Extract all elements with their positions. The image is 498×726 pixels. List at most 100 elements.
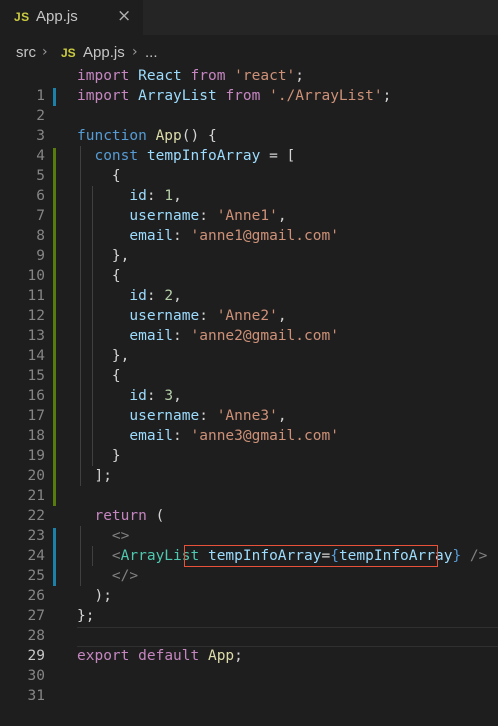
token: : [173,428,191,444]
chevron-right-icon: › [132,44,138,60]
token: ( [146,508,165,524]
token: : [146,288,165,304]
token: App [155,128,182,144]
close-icon[interactable]: × [117,6,131,26]
code-line: 12 id: 2, [0,286,498,324]
javascript-file-icon: JS [14,10,30,24]
code-line: 29 [0,626,498,664]
code-line: 2 import ArrayList from './ArrayList'; [0,86,498,124]
token: : [173,228,191,244]
code-line: 23 return ( [0,506,498,544]
token: () { [181,128,217,144]
code-line: 11 { [0,266,498,304]
token: <> [111,528,130,544]
token: 1 [164,188,174,204]
token: : [199,208,217,224]
token: < [111,548,121,564]
token: : [173,328,191,344]
token: , [277,408,287,424]
code-line: 16 { [0,366,498,404]
code-line: 27 ); [0,586,498,624]
code-line: 15 }, [0,346,498,384]
token: ); [94,588,112,604]
breadcrumb-folder[interactable]: src [16,44,36,61]
code-line: 13 username: 'Anne2', [0,306,498,344]
token: import [77,68,130,84]
token: './ArrayList' [269,88,383,104]
code-line: 24 <> [0,526,498,564]
token: : [199,408,217,424]
token: , [277,308,287,324]
token: 'anne1@gmail.com' [190,228,339,244]
code-line: 20 } [0,446,498,484]
token: 3 [164,388,174,404]
token: tempInfoArray [146,148,261,164]
code-line: 7 id: 1, [0,186,498,224]
tab-title: App.js [36,8,78,25]
token: ArrayList [138,88,217,104]
token: ; [234,648,243,664]
token: /> [461,548,488,564]
token: }, [111,348,130,364]
code-line: 9 email: 'anne1@gmail.com' [0,226,498,264]
token: from [190,68,226,84]
tab-bar: JS App.js × [0,0,498,35]
token: email [129,428,174,444]
code-line: 8 username: 'Anne1', [0,206,498,244]
token: id [129,188,147,204]
token: ; [382,88,392,104]
breadcrumb-symbols[interactable]: ... [145,44,158,61]
token: ; [295,68,305,84]
code-line: 22 [0,486,498,524]
token: import [77,88,130,104]
token: , [277,208,287,224]
token: { [111,368,121,384]
token: const [94,148,139,164]
token: function [77,128,147,144]
code-editor[interactable]: 1 import React from 'react'; 2 import Ar… [0,66,498,704]
token: username [129,308,200,324]
breadcrumb-file[interactable]: App.js [83,44,125,61]
token: : [146,388,165,404]
token: id [129,388,147,404]
code-line: 18 username: 'Anne3', [0,406,498,444]
token: React [138,68,182,84]
token: export [77,648,130,664]
code-line: 14 email: 'anne2@gmail.com' [0,326,498,364]
line-number: 31 [27,688,45,704]
token: } [452,548,462,564]
token: 'Anne1' [216,208,278,224]
token: 'Anne3' [216,408,278,424]
token: : [146,188,165,204]
token: : [199,308,217,324]
code-line: 28 }; [0,606,498,644]
token: ]; [94,468,112,484]
token: </> [111,568,139,584]
token: return [94,508,147,524]
token: email [129,328,174,344]
token: = [ [260,148,296,164]
code-line: 17 id: 3, [0,386,498,424]
chevron-right-icon: › [42,44,48,60]
token: default [138,648,200,664]
token: , [173,288,182,304]
token: 2 [164,288,174,304]
token: 'anne2@gmail.com' [190,328,339,344]
tab-app-js[interactable]: JS App.js × [0,0,143,35]
code-line: 31 [0,666,498,704]
token: , [173,188,182,204]
code-line: 1 import React from 'react'; [0,66,498,104]
code-line: 3 [0,106,498,144]
javascript-file-icon: JS [61,46,76,60]
token: id [129,288,147,304]
token: , [173,388,182,404]
token: App [207,648,235,664]
code-line: 19 email: 'anne3@gmail.com' [0,426,498,464]
token: username [129,208,200,224]
token: from [225,88,261,104]
token: 'react' [234,68,296,84]
token: } [111,448,121,464]
code-line: 4 function App() { [0,126,498,164]
code-line: 10 }, [0,246,498,284]
token: 'anne3@gmail.com' [190,428,339,444]
